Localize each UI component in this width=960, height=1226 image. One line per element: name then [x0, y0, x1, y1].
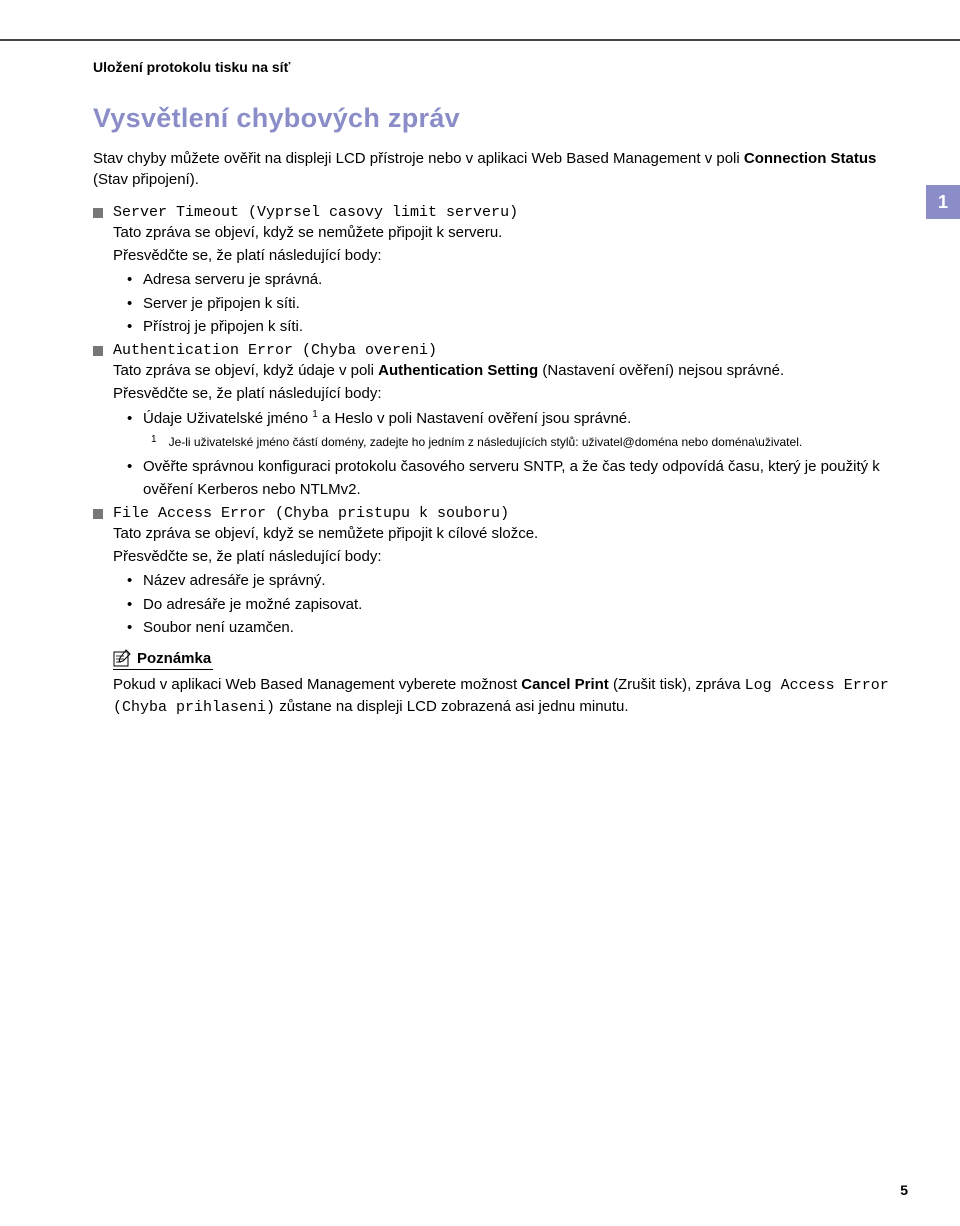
error-code: Server Timeout (Vyprsel casovy limit ser… — [113, 204, 518, 221]
square-bullet-icon — [93, 509, 103, 519]
error1-desc: Tato zpráva se objeví, když se nemůžete … — [113, 223, 896, 244]
error2-check: Přesvědčte se, že platí následující body… — [113, 384, 896, 405]
document-page: 1 Uložení protokolu tisku na síť Vysvětl… — [0, 39, 960, 1226]
square-bullet-icon — [93, 346, 103, 356]
error2-bullets-2: Ověřte správnou konfiguraci protokolu ča… — [131, 455, 896, 502]
list-item: Server je připojen k síti. — [131, 292, 896, 315]
list-item: Přístroj je připojen k síti. — [131, 315, 896, 338]
note-block: Poznámka Pokud v aplikaci Web Based Mana… — [113, 649, 896, 718]
error2-desc-post: (Nastavení ověření) nejsou správné. — [538, 362, 784, 379]
page-title: Vysvětlení chybových zpráv — [93, 103, 896, 134]
intro-post: (Stav připojení). — [93, 171, 199, 188]
note-body-post: zůstane na displeji LCD zobrazená asi je… — [275, 698, 629, 715]
error-code: File Access Error (Chyba pristupu k soub… — [113, 505, 509, 522]
error2-desc-pre: Tato zpráva se objeví, když údaje v poli — [113, 362, 378, 379]
note-body-bold: Cancel Print — [521, 676, 609, 693]
error3-bullets: Název adresáře je správný. Do adresáře j… — [131, 569, 896, 639]
error3-check: Přesvědčte se, že platí následující body… — [113, 547, 896, 568]
note-body-mid: (Zrušit tisk), zpráva — [609, 676, 745, 693]
error-block-server-timeout: Server Timeout (Vyprsel casovy limit ser… — [93, 204, 896, 221]
error1-bullets: Adresa serveru je správná. Server je při… — [131, 268, 896, 338]
note-header: Poznámka — [113, 649, 213, 670]
note-body-pre: Pokud v aplikaci Web Based Management vy… — [113, 676, 521, 693]
error2-bullet1-pre: Údaje Uživatelské jméno — [143, 410, 312, 427]
chapter-badge: 1 — [926, 185, 960, 219]
list-item: Soubor není uzamčen. — [131, 616, 896, 639]
footnote-text: Je-li uživatelské jméno částí domény, za… — [169, 434, 803, 451]
content-area: Uložení protokolu tisku na síť Vysvětlen… — [0, 41, 960, 718]
error2-bullet1-post: a Heslo v poli Nastavení ověření jsou sp… — [318, 410, 632, 427]
list-item: Do adresáře je možné zapisovat. — [131, 593, 896, 616]
list-item: Ověřte správnou konfiguraci protokolu ča… — [131, 455, 896, 502]
intro-paragraph: Stav chyby můžete ověřit na displeji LCD… — [93, 148, 896, 190]
footnote: 1 Je-li uživatelské jméno částí domény, … — [151, 434, 896, 451]
page-number: 5 — [900, 1182, 908, 1198]
list-item: Údaje Uživatelské jméno 1 a Heslo v poli… — [131, 407, 896, 430]
footnote-number: 1 — [151, 434, 157, 451]
note-label: Poznámka — [137, 650, 211, 667]
list-item: Adresa serveru je správná. — [131, 268, 896, 291]
error3-desc: Tato zpráva se objeví, když se nemůžete … — [113, 524, 896, 545]
error-block-file-access: File Access Error (Chyba pristupu k soub… — [93, 505, 896, 522]
list-item: Název adresáře je správný. — [131, 569, 896, 592]
error2-bullets: Údaje Uživatelské jméno 1 a Heslo v poli… — [131, 407, 896, 430]
error-code: Authentication Error (Chyba overeni) — [113, 342, 437, 359]
note-body: Pokud v aplikaci Web Based Management vy… — [113, 674, 896, 718]
intro-bold: Connection Status — [744, 150, 877, 167]
square-bullet-icon — [93, 208, 103, 218]
error-block-authentication: Authentication Error (Chyba overeni) — [93, 342, 896, 359]
error1-check: Přesvědčte se, že platí následující body… — [113, 246, 896, 267]
intro-pre: Stav chyby můžete ověřit na displeji LCD… — [93, 150, 744, 167]
section-header: Uložení protokolu tisku na síť — [93, 59, 896, 75]
pencil-note-icon — [113, 649, 131, 667]
error2-desc: Tato zpráva se objeví, když údaje v poli… — [113, 361, 896, 382]
error2-desc-bold: Authentication Setting — [378, 362, 538, 379]
